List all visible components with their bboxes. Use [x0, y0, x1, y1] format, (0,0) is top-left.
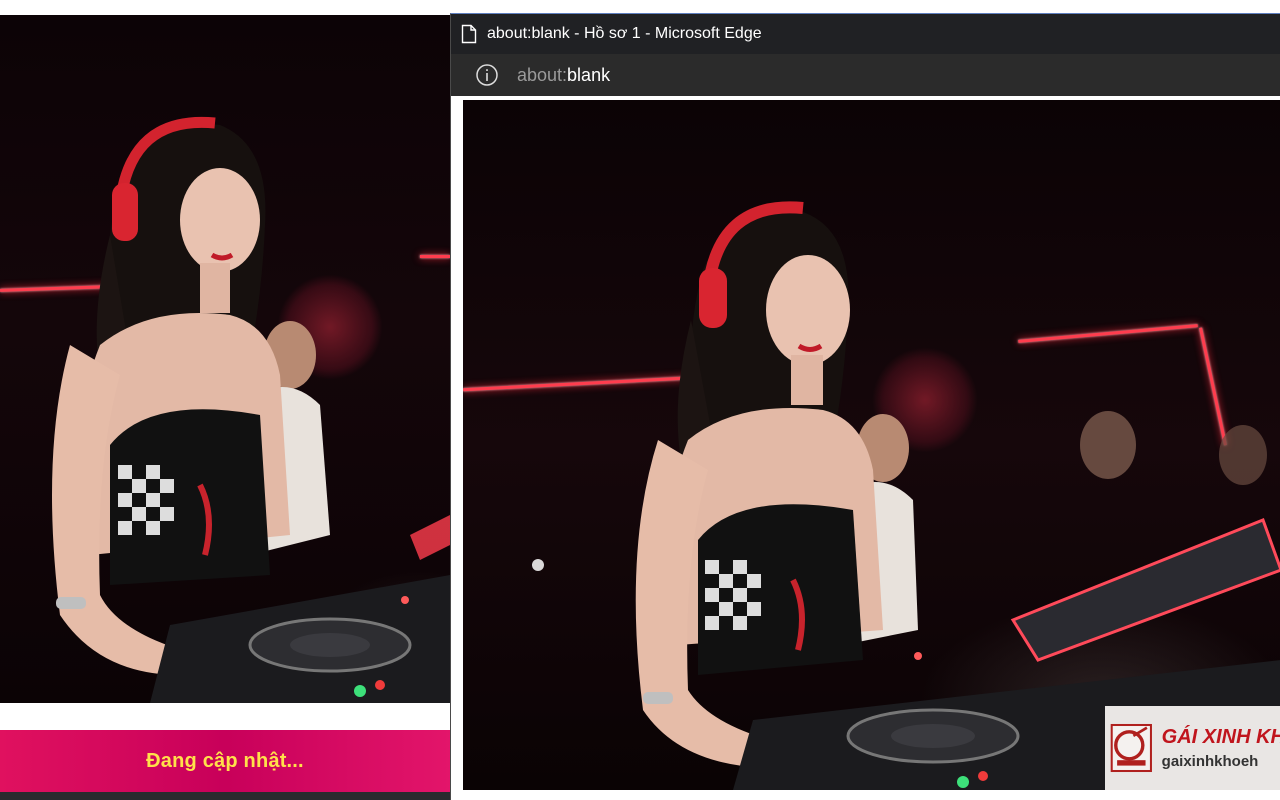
- background-page: Đang cập nhật...: [0, 0, 450, 800]
- page-content: GÁI XINH KH gaixinhkhoeh: [451, 96, 1280, 800]
- watermark-title: GÁI XINH KH: [1161, 726, 1280, 748]
- bottom-strip: [0, 792, 450, 800]
- dj-photo-left[interactable]: [0, 15, 450, 703]
- content-bottom-strip: [451, 791, 1280, 800]
- window-title-bar[interactable]: about:blank - Hồ sơ 1 - Microsoft Edge: [451, 14, 1280, 54]
- caption-banner[interactable]: Đang cập nhật...: [0, 730, 450, 792]
- page-icon: [459, 23, 479, 45]
- dj-photo-enlarged[interactable]: GÁI XINH KH gaixinhkhoeh: [463, 100, 1280, 790]
- url-display[interactable]: about:blank: [517, 65, 610, 86]
- address-bar[interactable]: about:blank: [451, 54, 1280, 96]
- url-scheme: about:: [517, 64, 568, 85]
- info-icon[interactable]: [475, 63, 499, 87]
- loading-caption: Đang cập nhật...: [146, 749, 304, 772]
- dj-figure: [52, 116, 450, 703]
- url-path: blank: [567, 64, 611, 85]
- edge-popup-window[interactable]: about:blank - Hồ sơ 1 - Microsoft Edge a…: [450, 13, 1280, 800]
- watermark-logo-icon: [1110, 723, 1152, 773]
- window-title: about:blank - Hồ sơ 1 - Microsoft Edge: [487, 25, 762, 42]
- site-watermark: GÁI XINH KH gaixinhkhoeh: [1105, 706, 1280, 790]
- watermark-url: gaixinhkhoeh: [1161, 753, 1259, 770]
- dj-figure: [532, 201, 1280, 790]
